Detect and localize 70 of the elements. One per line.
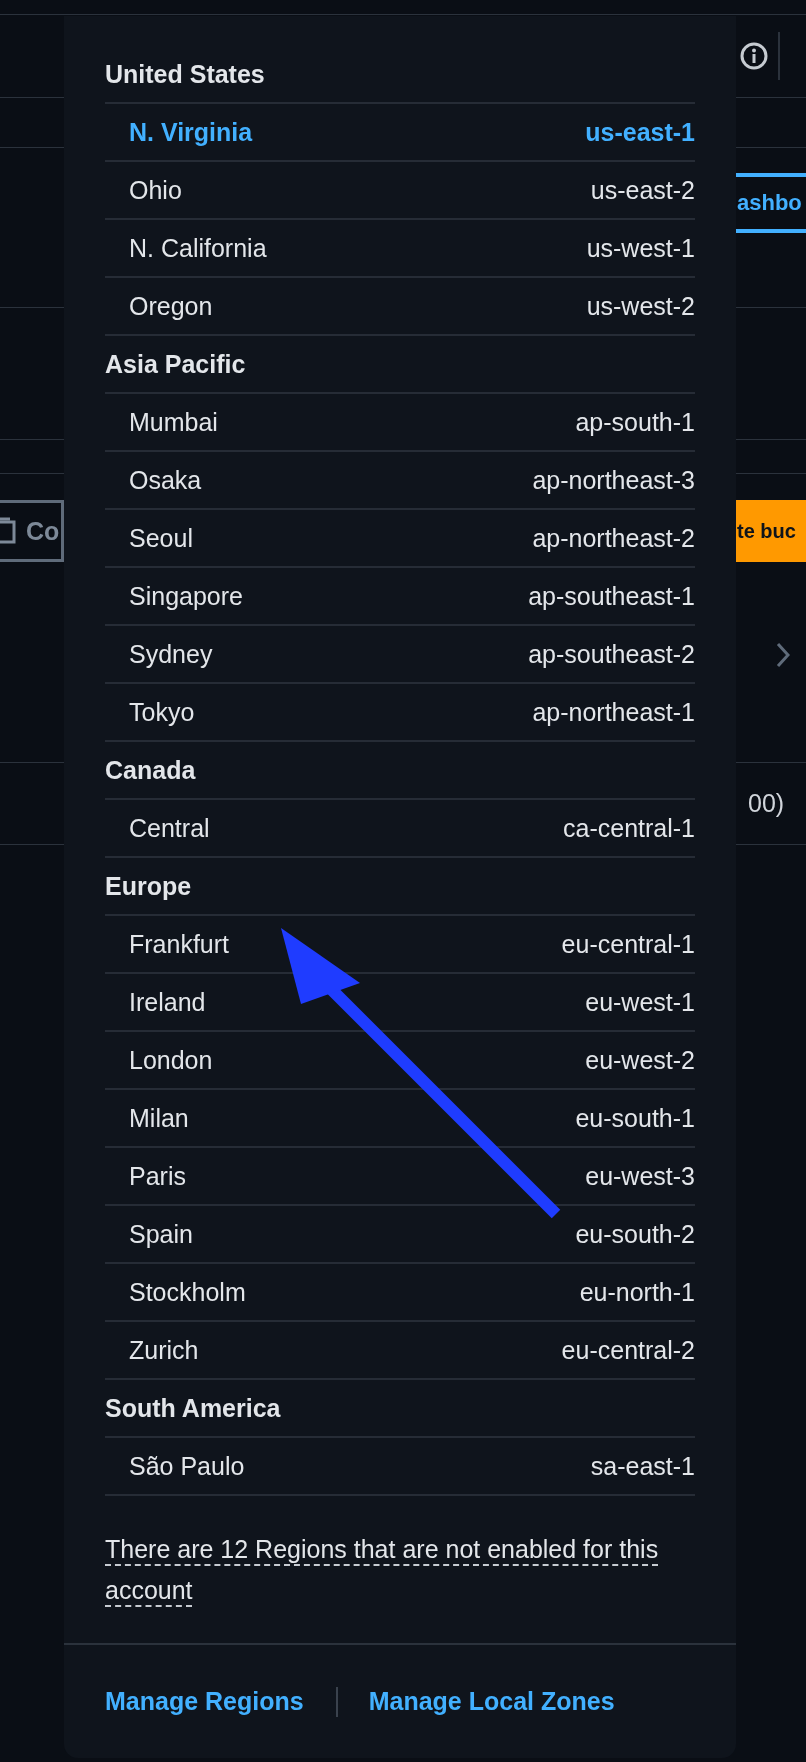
copy-icon (0, 516, 18, 546)
footer-link[interactable]: Manage Local Zones (368, 1687, 615, 1716)
region-option[interactable]: N. Virginia us-east-1 (105, 104, 695, 162)
region-option[interactable]: N. California us-west-1 (105, 220, 695, 278)
region-option[interactable]: Milan eu-south-1 (105, 1090, 695, 1148)
region-code: ap-northeast-1 (532, 697, 695, 727)
region-name: Ireland (129, 987, 206, 1017)
region-code: eu-west-3 (585, 1161, 695, 1191)
region-option[interactable]: Zurich eu-central-2 (105, 1322, 695, 1380)
group-heading: United States (105, 46, 695, 104)
region-option[interactable]: São Paulo sa-east-1 (105, 1438, 695, 1496)
region-name: N. Virginia (129, 117, 253, 147)
region-option[interactable]: Seoul ap-northeast-2 (105, 510, 695, 568)
region-name: London (129, 1045, 213, 1075)
region-option[interactable]: Ohio us-east-2 (105, 162, 695, 220)
region-name: São Paulo (129, 1451, 245, 1481)
region-code: us-west-1 (586, 233, 695, 263)
region-code: eu-central-2 (561, 1335, 695, 1365)
region-option[interactable]: London eu-west-2 (105, 1032, 695, 1090)
region-name: Mumbai (129, 407, 218, 437)
group-heading: South America (105, 1380, 695, 1438)
region-name: Stockholm (129, 1277, 246, 1307)
footer-link[interactable]: Manage Regions (105, 1687, 304, 1716)
region-option[interactable]: Tokyo ap-northeast-1 (105, 684, 695, 742)
region-name: Sydney (129, 639, 213, 669)
group-heading: Europe (105, 858, 695, 916)
region-option[interactable]: Central ca-central-1 (105, 800, 695, 858)
region-code: eu-north-1 (579, 1277, 695, 1307)
region-option[interactable]: Osaka ap-northeast-3 (105, 452, 695, 510)
region-code: us-west-2 (586, 291, 695, 321)
region-name: Osaka (129, 465, 202, 495)
region-option[interactable]: Mumbai ap-south-1 (105, 394, 695, 452)
region-code: ap-southeast-2 (528, 639, 695, 669)
region-option[interactable]: Spain eu-south-2 (105, 1206, 695, 1264)
region-name: Milan (129, 1103, 189, 1133)
region-name: Ohio (129, 175, 182, 205)
count-text: 00) (748, 789, 785, 817)
region-code: ap-northeast-3 (532, 465, 695, 495)
region-code: ap-south-1 (575, 407, 695, 437)
region-code: ca-central-1 (563, 813, 695, 843)
region-name: Tokyo (129, 697, 195, 727)
region-code: eu-south-1 (575, 1103, 695, 1133)
region-name: Zurich (129, 1335, 199, 1365)
info-icon[interactable] (740, 42, 768, 70)
region-code: eu-west-2 (585, 1045, 695, 1075)
region-option[interactable]: Stockholm eu-north-1 (105, 1264, 695, 1322)
region-code: eu-central-1 (561, 929, 695, 959)
region-code: ap-northeast-2 (532, 523, 695, 553)
region-option[interactable]: Sydney ap-southeast-2 (105, 626, 695, 684)
chevron-right-icon[interactable] (776, 642, 790, 668)
create-button[interactable]: te buc (736, 500, 806, 562)
region-name: Spain (129, 1219, 193, 1249)
region-code: eu-south-2 (575, 1219, 695, 1249)
group-heading: Asia Pacific (105, 336, 695, 394)
region-option[interactable]: Singapore ap-southeast-1 (105, 568, 695, 626)
region-code: us-east-1 (585, 117, 695, 147)
region-code: sa-east-1 (590, 1451, 695, 1481)
region-name: Frankfurt (129, 929, 230, 959)
region-code: eu-west-1 (585, 987, 695, 1017)
region-option[interactable]: Paris eu-west-3 (105, 1148, 695, 1206)
region-name: Central (129, 813, 210, 843)
region-code: us-east-2 (590, 175, 695, 205)
region-name: Seoul (129, 523, 193, 553)
group-heading: Canada (105, 742, 695, 800)
region-code: ap-southeast-1 (528, 581, 695, 611)
region-option[interactable]: Oregon us-west-2 (105, 278, 695, 336)
region-name: N. California (129, 233, 267, 263)
region-name: Paris (129, 1161, 186, 1191)
region-name: Singapore (129, 581, 243, 611)
region-name: Oregon (129, 291, 213, 321)
